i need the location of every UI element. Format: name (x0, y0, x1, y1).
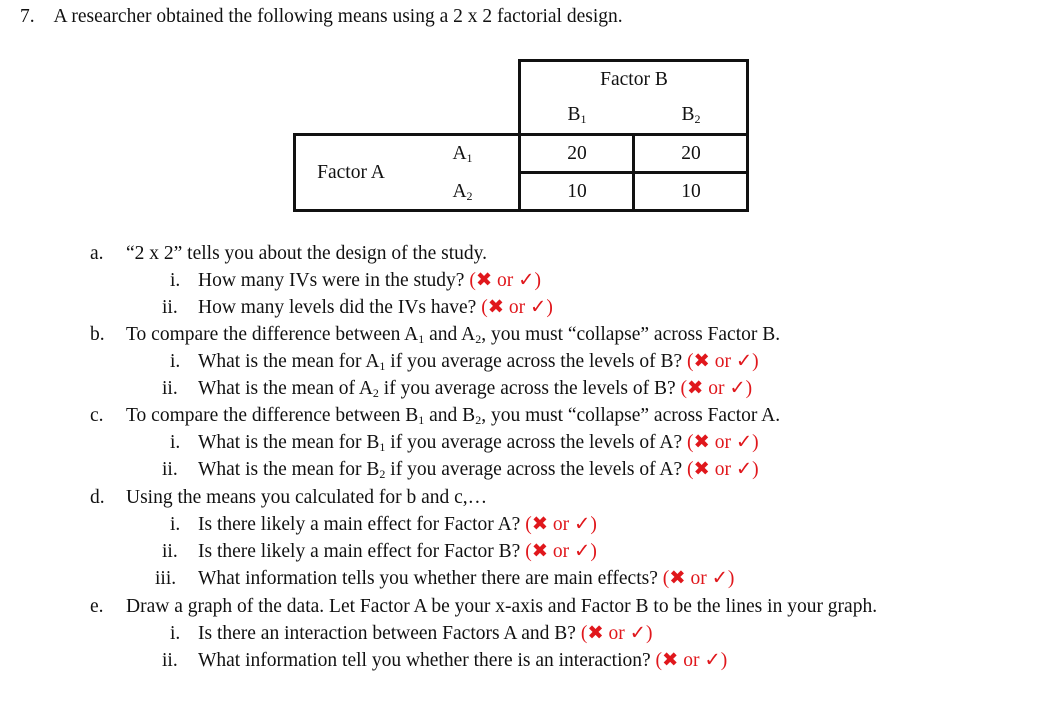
cell-a1-b2: 20 (681, 143, 701, 164)
item-label: i. (170, 351, 181, 372)
cell-a2-b1: 10 (567, 181, 587, 202)
part-text: , you must “collapse” across Factor A. (481, 405, 781, 426)
part-d: d. Using the means you calculated for b a… (90, 487, 487, 509)
table-border (293, 209, 749, 212)
table-border (518, 171, 749, 174)
answer-mark: (✖ or ✓) (525, 541, 597, 562)
row-level-a1: A1 (410, 143, 515, 165)
part-e: e. Draw a graph of the data. Let Factor A… (90, 596, 877, 618)
part-label: d. (90, 487, 105, 508)
col-factor-label: Factor B (600, 69, 668, 90)
item-label: iii. (155, 568, 177, 589)
question-text: A researcher obtained the following mean… (53, 6, 623, 27)
cell-a1-b1: 20 (567, 143, 587, 164)
item-text: What information tell you whether there … (198, 650, 651, 671)
question-number: 7. (20, 6, 35, 27)
row-level-sub: 2 (466, 189, 473, 203)
subquestion: ii. What is the mean of A2 if you average… (162, 378, 752, 400)
subquestion: i. Is there an interaction between Factor… (170, 623, 653, 645)
item-text: What is the mean for A (198, 351, 380, 372)
table-border (293, 133, 749, 136)
answer-mark: (✖ or ✓) (655, 650, 728, 671)
col-level-sub: 1 (580, 112, 587, 126)
cell-a2-b2: 10 (681, 181, 701, 202)
subquestion: ii. What is the mean for B2 if you averag… (162, 459, 759, 481)
part-label: b. (90, 324, 105, 345)
subquestion: ii. What information tell you whether the… (162, 650, 727, 672)
part-text: and A (424, 324, 476, 345)
answer-mark: (✖ or ✓) (580, 623, 653, 644)
item-text: if you average across the levels of A? (385, 432, 683, 453)
row-level-a2: A2 (410, 181, 515, 203)
subquestion: ii. How many levels did the IVs have? (✖ … (162, 297, 553, 319)
item-text: How many IVs were in the study? (198, 270, 465, 291)
item-text: Is there likely a main effect for Factor… (198, 514, 521, 535)
item-text: What is the mean for B (198, 432, 380, 453)
part-b: b. To compare the difference between A1 a… (90, 324, 780, 346)
item-text: if you average across the levels of A? (385, 459, 683, 480)
col-level-b1: B1 (521, 104, 633, 126)
answer-mark: (✖ or ✓) (481, 297, 553, 318)
item-text: Is there an interaction between Factors … (198, 623, 576, 644)
part-text: , you must “collapse” across Factor B. (481, 324, 781, 345)
answer-mark: (✖ or ✓) (680, 378, 753, 399)
part-text: To compare the difference between A (126, 324, 419, 345)
row-level-base: A (452, 181, 467, 202)
answer-mark: (✖ or ✓) (687, 432, 759, 453)
subquestion: iii. What information tells you whether t… (155, 568, 734, 590)
answer-mark: (✖ or ✓) (662, 568, 735, 589)
part-label: a. (90, 243, 104, 264)
item-text: What is the mean for B (198, 459, 380, 480)
item-text: if you average across the levels of B? (378, 378, 676, 399)
answer-mark: (✖ or ✓) (525, 514, 597, 535)
col-level-sub: 2 (694, 112, 701, 126)
item-label: ii. (162, 541, 178, 562)
item-text: Is there likely a main effect for Factor… (198, 541, 521, 562)
table-border (518, 59, 749, 62)
item-text: What information tells you whether there… (198, 568, 658, 589)
subquestion: i. What is the mean for A1 if you average… (170, 351, 759, 373)
part-c: c. To compare the difference between B1 a… (90, 405, 780, 427)
row-factor-label: Factor A (317, 162, 385, 183)
subquestion: i. Is there likely a main effect for Fact… (170, 514, 597, 536)
part-text: and B (424, 405, 476, 426)
item-label: i. (170, 270, 181, 291)
part-label: e. (90, 596, 104, 617)
part-text: Draw a graph of the data. Let Factor A b… (126, 596, 878, 617)
answer-mark: (✖ or ✓) (469, 270, 541, 291)
answer-mark: (✖ or ✓) (687, 351, 759, 372)
part-a: a. “2 x 2” tells you about the design of … (90, 243, 487, 265)
item-label: ii. (162, 459, 178, 480)
item-label: i. (170, 514, 181, 535)
item-label: i. (170, 432, 181, 453)
item-text: if you average across the levels of B? (385, 351, 683, 372)
answer-mark: (✖ or ✓) (687, 459, 759, 480)
part-text: To compare the difference between B (126, 405, 419, 426)
subquestion: ii. Is there likely a main effect for Fac… (162, 541, 597, 563)
item-label: i. (170, 623, 181, 644)
row-level-sub: 1 (466, 151, 473, 165)
part-text: “2 x 2” tells you about the design of th… (126, 243, 488, 264)
item-label: ii. (162, 378, 178, 399)
item-text: How many levels did the IVs have? (198, 297, 477, 318)
col-level-b2: B2 (635, 104, 747, 126)
item-label: ii. (162, 650, 178, 671)
item-label: ii. (162, 297, 178, 318)
row-level-base: A (452, 143, 467, 164)
question-header: 7. A researcher obtained the following m… (20, 6, 623, 28)
col-level-base: B (681, 104, 695, 125)
part-label: c. (90, 405, 104, 426)
subquestion: i. What is the mean for B1 if you average… (170, 432, 759, 454)
subquestion: i. How many IVs were in the study? (✖ or … (170, 270, 541, 292)
part-text: Using the means you calculated for b and… (126, 487, 488, 508)
col-level-base: B (567, 104, 581, 125)
item-text: What is the mean of A (198, 378, 373, 399)
